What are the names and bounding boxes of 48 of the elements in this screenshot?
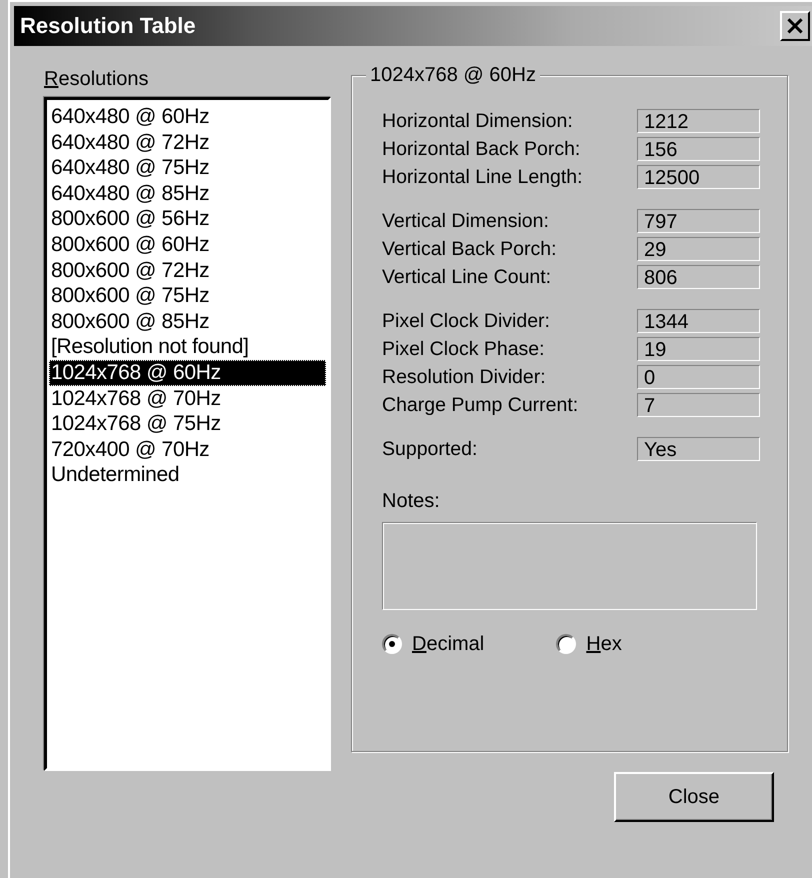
radio-label[interactable]: Hex (586, 631, 622, 657)
value-field: 12500 (637, 165, 760, 189)
value-field: 7 (637, 393, 760, 417)
value-field: 797 (637, 209, 760, 233)
field-label: Pixel Clock Phase: (382, 338, 545, 360)
resolution-list[interactable] (44, 97, 331, 771)
close-button[interactable]: Close (614, 772, 774, 822)
value-field: 156 (637, 137, 760, 161)
list-label: Resolutions (44, 67, 149, 92)
radio-button[interactable] (382, 634, 402, 654)
list-item[interactable]: 640x480 @ 72Hz (49, 130, 326, 156)
list-item[interactable]: 720x400 @ 70Hz (49, 436, 326, 462)
close-button[interactable]: × (780, 11, 810, 41)
field-label: Vertical Back Porch: (382, 238, 556, 260)
field-label: Resolution Divider: (382, 366, 546, 388)
field-label: Charge Pump Current: (382, 394, 578, 416)
field-label: Vertical Dimension: (382, 210, 549, 232)
field-label: Supported: (382, 438, 478, 460)
list-item[interactable]: 800x600 @ 85Hz (49, 308, 326, 334)
list-item[interactable]: 800x600 @ 56Hz (49, 206, 326, 232)
window-title: Resolution Table (19, 13, 196, 39)
list-item[interactable]: [Resolution not found] (49, 334, 326, 360)
list-item[interactable]: 800x600 @ 60Hz (49, 232, 326, 258)
value-field: 29 (637, 237, 760, 261)
list-item[interactable]: 640x480 @ 75Hz (49, 155, 326, 181)
value-field: 1212 (637, 109, 760, 133)
list-item[interactable]: 1024x768 @ 60Hz (49, 360, 326, 386)
list-item[interactable]: 1024x768 @ 70Hz (49, 386, 326, 412)
radio-label[interactable]: Decimal (412, 631, 484, 657)
value-field: Yes (637, 437, 760, 461)
field-label: Horizontal Back Porch: (382, 138, 580, 160)
notes-label: Notes: (382, 489, 440, 514)
list-item[interactable]: Undetermined (49, 462, 326, 488)
notes-field[interactable] (382, 522, 757, 610)
list-item[interactable]: 640x480 @ 60Hz (49, 104, 326, 130)
value-field: 806 (637, 265, 760, 289)
list-item[interactable]: 640x480 @ 85Hz (49, 180, 326, 206)
list-item[interactable]: 800x600 @ 75Hz (49, 283, 326, 309)
field-label: Horizontal Line Length: (382, 166, 583, 188)
value-field: 19 (637, 337, 760, 361)
value-field: 0 (637, 365, 760, 389)
value-field: 1344 (637, 309, 760, 333)
field-label: Horizontal Dimension: (382, 110, 573, 132)
field-label: Vertical Line Count: (382, 266, 552, 288)
list-item[interactable]: 800x600 @ 72Hz (49, 258, 326, 284)
radio-button[interactable] (556, 634, 576, 654)
field-label: Pixel Clock Divider: (382, 310, 550, 332)
list-item[interactable]: 1024x768 @ 75Hz (49, 411, 326, 437)
